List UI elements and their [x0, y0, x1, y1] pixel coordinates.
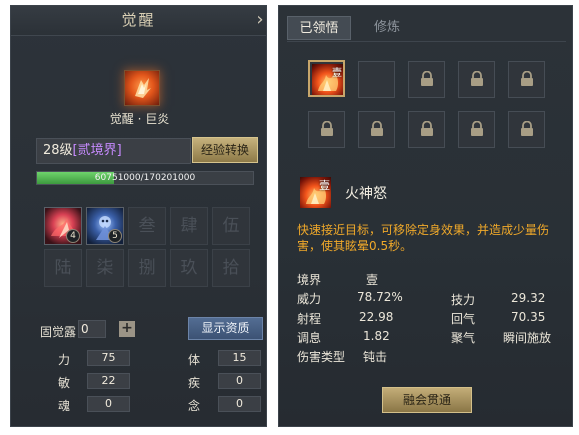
tab-cultivate[interactable]: 修炼: [355, 16, 419, 40]
awakening-emblem-icon: [124, 70, 160, 106]
talent-slot-4[interactable]: [458, 61, 495, 98]
attr-value-charge: 瞬间施放: [503, 331, 552, 345]
stat-value-speed: 0: [218, 373, 261, 389]
lock-icon: [421, 121, 433, 136]
lock-icon: [471, 71, 483, 86]
attr-value-range: 22.98: [359, 310, 394, 324]
close-icon[interactable]: ›: [252, 8, 270, 32]
skill-slot-3[interactable]: 叁: [128, 207, 166, 245]
skill-slot-8[interactable]: 捌: [128, 249, 166, 287]
stat-value-body: 15: [218, 350, 261, 366]
attr-label-skill-power: 技力: [451, 293, 476, 307]
attr-label-realm: 境界: [297, 273, 322, 287]
talent-slot-1[interactable]: 壹: [308, 60, 345, 97]
stat-label-soul: 魂: [58, 399, 71, 413]
skill-slot-5[interactable]: 伍: [212, 207, 250, 245]
fire-god-icon: 壹: [312, 64, 343, 95]
stat-label-strength: 力: [58, 353, 71, 367]
tab-divider: [287, 41, 566, 42]
panel-header: 觉醒 ›: [11, 6, 266, 36]
talent-slot-2[interactable]: [358, 61, 395, 98]
stat-value-soul: 0: [87, 396, 130, 412]
emblem-label: 觉醒 · 巨炎: [109, 112, 170, 126]
skill-name: 火神怒: [345, 186, 387, 202]
skill-slot-6[interactable]: 陆: [44, 249, 82, 287]
skill-slot-9[interactable]: 玖: [170, 249, 208, 287]
add-awaken-dew-button[interactable]: +: [119, 321, 135, 337]
stat-label-mind: 念: [188, 399, 201, 413]
skill-rank: 壹: [319, 179, 330, 192]
stat-label-speed: 疾: [188, 376, 201, 390]
skill-badge: 4: [66, 229, 80, 243]
mastery-button[interactable]: 融会贯通: [382, 387, 472, 413]
stat-label-agility: 敏: [58, 376, 71, 390]
lock-icon: [321, 121, 333, 136]
attr-value-regen: 70.35: [511, 310, 546, 324]
skill-badge: 5: [108, 229, 122, 243]
skill-slot-4[interactable]: 肆: [170, 207, 208, 245]
realm-text: [贰境界]: [72, 143, 122, 158]
exp-convert-button[interactable]: 经验转换: [192, 137, 258, 163]
attr-value-cooldown: 1.82: [363, 329, 390, 343]
lock-icon: [521, 121, 533, 136]
talent-slot-10[interactable]: [508, 111, 545, 148]
attr-label-power: 威力: [297, 292, 322, 306]
skill-slot-10[interactable]: 拾: [212, 249, 250, 287]
talent-slot-6[interactable]: [308, 111, 345, 148]
show-aptitude-button[interactable]: 显示资质: [188, 317, 263, 340]
level-text: 28级: [43, 143, 73, 158]
attr-value-damage-type: 钝击: [363, 350, 388, 364]
tab-comprehended[interactable]: 已领悟: [287, 16, 351, 40]
stat-label-body: 体: [188, 353, 201, 367]
talent-slot-9[interactable]: [458, 111, 495, 148]
lock-icon: [371, 121, 383, 136]
stat-value-strength: 75: [87, 350, 130, 366]
talent-slot-3[interactable]: [408, 61, 445, 98]
exp-bar: 60751000/170201000: [36, 171, 254, 185]
skill-detail-panel: 已领悟 修炼 壹 壹 火神怒 快速接近目标，可移除定身效果，并造成少量伤害，使其…: [278, 5, 573, 427]
attr-label-damage-type: 伤害类型: [297, 350, 346, 364]
slot-rank: 壹: [332, 68, 342, 79]
attr-label-range: 射程: [297, 312, 322, 326]
attr-label-cooldown: 调息: [297, 331, 322, 345]
talent-slot-7[interactable]: [358, 111, 395, 148]
skill-slot-7[interactable]: 柒: [86, 249, 124, 287]
attr-label-charge: 聚气: [451, 331, 476, 345]
awaken-dew-value: 0: [78, 320, 106, 338]
stat-value-agility: 22: [87, 373, 130, 389]
skill-slot-1[interactable]: 4: [44, 207, 82, 245]
lock-icon: [471, 121, 483, 136]
awaken-dew-label: 固觉露: [40, 325, 77, 339]
skill-slot-2[interactable]: 5: [86, 207, 124, 245]
attr-value-realm: 壹: [366, 273, 379, 287]
skill-detail-fire-icon: 壹: [300, 177, 331, 208]
stat-value-mind: 0: [218, 396, 261, 412]
panel-title: 觉醒: [121, 11, 156, 29]
awakening-panel: 觉醒 › 觉醒 · 巨炎 28级[贰境界] 经验转换 60751000/1702…: [10, 5, 267, 427]
exp-text: 60751000/170201000: [94, 173, 196, 183]
attr-value-power: 78.72%: [357, 290, 403, 304]
level-display: 28级[贰境界]: [36, 138, 191, 164]
skill-description: 快速接近目标，可移除定身效果，并造成少量伤害，使其眩晕0.5秒。: [297, 223, 550, 253]
lock-icon: [421, 71, 433, 86]
talent-slot-5[interactable]: [508, 61, 545, 98]
lock-icon: [521, 71, 533, 86]
attr-value-skill-power: 29.32: [511, 291, 546, 305]
attr-label-regen: 回气: [451, 312, 476, 326]
talent-slot-8[interactable]: [408, 111, 445, 148]
